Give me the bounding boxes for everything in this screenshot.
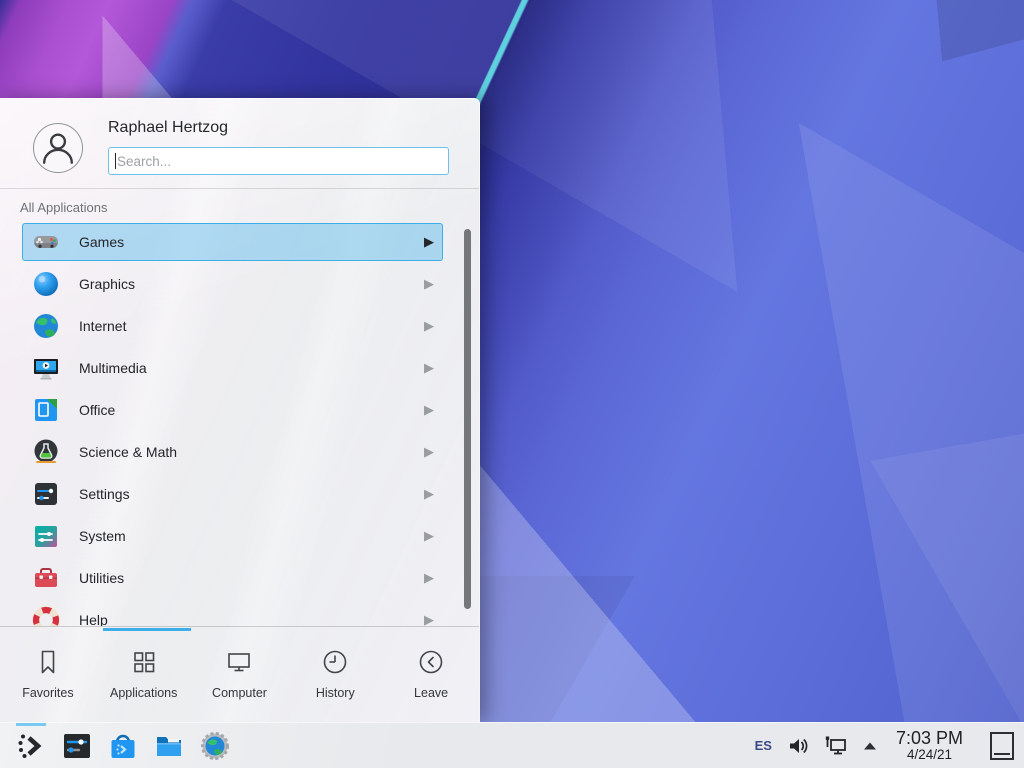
person-icon (35, 125, 81, 171)
chevron-right-icon: ▶ (424, 612, 434, 626)
chevron-right-icon: ▶ (424, 486, 434, 502)
active-task-indicator (16, 723, 46, 726)
category-label: Office (79, 402, 115, 418)
tab-label: History (316, 686, 355, 700)
monitor-icon (224, 647, 254, 677)
category-multimedia[interactable]: Multimedia ▶ (22, 349, 443, 387)
tab-favorites[interactable]: Favorites (0, 631, 96, 723)
discover-icon (108, 731, 138, 761)
system-settings-icon (62, 731, 92, 761)
file-manager-button[interactable] (146, 723, 192, 768)
folder-icon (154, 731, 184, 761)
leave-icon (416, 647, 446, 677)
taskbar: ES 7:03 PM 4/24/21 (0, 722, 1024, 768)
category-internet[interactable]: Internet ▶ (22, 307, 443, 345)
internet-icon (32, 312, 60, 340)
category-label: Science & Math (79, 444, 177, 460)
user-name: Raphael Hertzog (108, 119, 228, 137)
settings-icon (32, 480, 60, 508)
grid-icon (129, 647, 159, 677)
kde-launcher-icon (16, 731, 46, 761)
category-label: Utilities (79, 570, 124, 586)
graphics-icon (32, 270, 60, 298)
science-icon (32, 438, 60, 466)
category-science-math[interactable]: Science & Math ▶ (22, 433, 443, 471)
clock-icon (320, 647, 350, 677)
launcher-header: Raphael Hertzog (0, 99, 479, 189)
multimedia-icon (32, 354, 60, 382)
tab-label: Computer (212, 686, 267, 700)
application-launcher-panel: Raphael Hertzog All Applications (0, 98, 480, 722)
bookmark-icon (33, 647, 63, 677)
chevron-right-icon: ▶ (424, 318, 434, 334)
category-games[interactable]: Games ▶ (22, 223, 443, 261)
globe-browser-icon (200, 731, 230, 761)
tab-label: Applications (110, 686, 177, 700)
keyboard-layout-indicator[interactable]: ES (755, 738, 772, 753)
system-icon (32, 522, 60, 550)
category-label: Help (79, 612, 108, 626)
application-launcher-button[interactable] (8, 723, 54, 768)
category-label: Settings (79, 486, 130, 502)
discover-button[interactable] (100, 723, 146, 768)
show-desktop-button[interactable] (990, 732, 1014, 760)
category-utilities[interactable]: Utilities ▶ (22, 559, 443, 597)
clock-time: 7:03 PM (896, 729, 963, 748)
category-label: Graphics (79, 276, 135, 292)
user-avatar[interactable] (33, 123, 83, 173)
tab-history[interactable]: History (287, 631, 383, 723)
text-caret (115, 153, 116, 169)
chevron-right-icon: ▶ (424, 276, 434, 292)
category-help[interactable]: Help ▶ (22, 601, 443, 626)
category-office[interactable]: Office ▶ (22, 391, 443, 429)
chevron-right-icon: ▶ (424, 360, 434, 376)
tab-label: Favorites (22, 686, 73, 700)
category-list: Games ▶ Graphics ▶ (0, 223, 479, 626)
utilities-icon (32, 564, 60, 592)
search-input[interactable] (108, 147, 449, 175)
system-tray: ES 7:03 PM 4/24/21 (755, 729, 1018, 762)
web-browser-button[interactable] (192, 723, 238, 768)
help-icon (32, 606, 60, 626)
chevron-right-icon: ▶ (424, 234, 434, 250)
category-graphics[interactable]: Graphics ▶ (22, 265, 443, 303)
category-label: Multimedia (79, 360, 147, 376)
office-icon (32, 396, 60, 424)
chevron-right-icon: ▶ (424, 570, 434, 586)
clock-date: 4/24/21 (896, 748, 963, 762)
category-label: System (79, 528, 126, 544)
section-label: All Applications (20, 200, 107, 215)
tab-divider (0, 626, 479, 627)
category-label: Internet (79, 318, 126, 334)
launcher-tab-bar: Favorites Applications Computer (0, 631, 479, 723)
category-system[interactable]: System ▶ (22, 517, 443, 555)
games-icon (32, 228, 60, 256)
volume-icon[interactable] (787, 735, 809, 757)
scrollbar[interactable] (464, 229, 471, 609)
network-icon[interactable] (824, 734, 848, 758)
tab-computer[interactable]: Computer (192, 631, 288, 723)
tab-leave[interactable]: Leave (383, 631, 479, 723)
tab-applications[interactable]: Applications (96, 631, 192, 723)
category-label: Games (79, 234, 124, 250)
digital-clock[interactable]: 7:03 PM 4/24/21 (896, 729, 963, 762)
tab-label: Leave (414, 686, 448, 700)
chevron-right-icon: ▶ (424, 528, 434, 544)
desktop: Raphael Hertzog All Applications (0, 0, 1024, 768)
chevron-right-icon: ▶ (424, 402, 434, 418)
expand-tray-icon[interactable] (863, 741, 877, 751)
chevron-right-icon: ▶ (424, 444, 434, 460)
system-settings-button[interactable] (54, 723, 100, 768)
category-settings[interactable]: Settings ▶ (22, 475, 443, 513)
